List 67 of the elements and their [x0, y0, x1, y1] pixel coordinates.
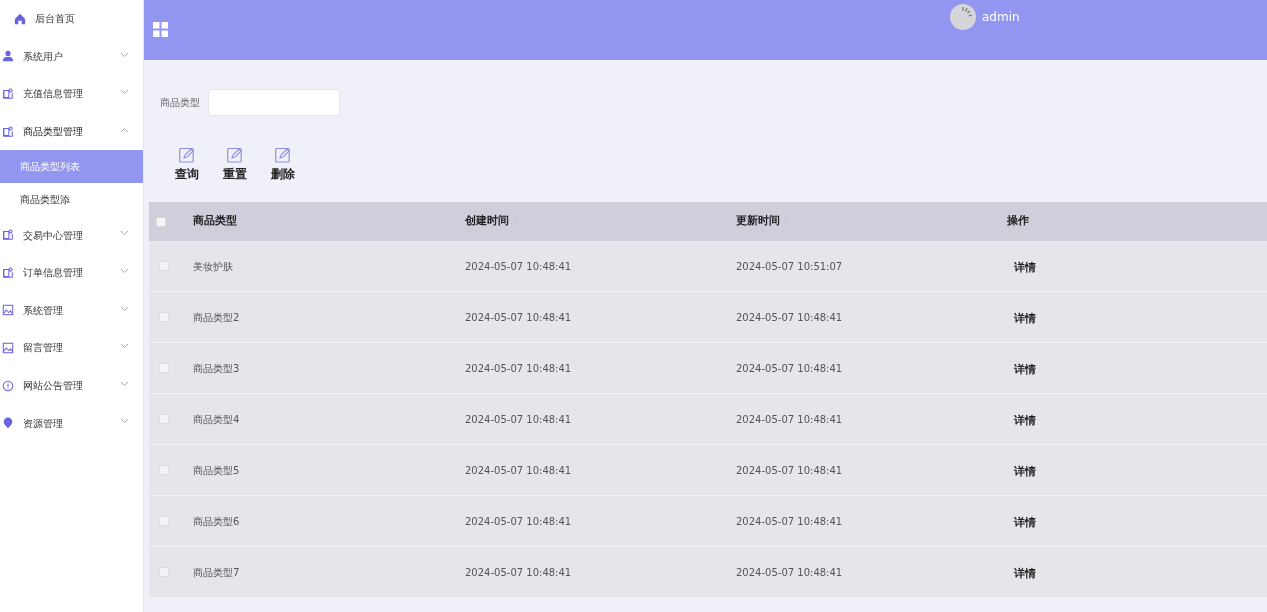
details-link[interactable]: 详情	[1014, 413, 1036, 430]
avatar-icon[interactable]	[950, 4, 976, 30]
input-field[interactable]	[208, 89, 340, 116]
edit-icon	[275, 147, 291, 163]
sidebar-item[interactable]: 系统用户	[0, 37, 143, 76]
column-header: 商品类型	[193, 213, 237, 230]
details-link[interactable]: 详情	[1014, 515, 1036, 532]
details-link[interactable]: 详情	[1014, 566, 1036, 583]
action-button[interactable]: 重置	[223, 147, 247, 183]
table-cell-text: 商品类型2	[192, 310, 241, 325]
checkbox[interactable]	[159, 414, 169, 424]
sidebar-item[interactable]: 交易中心管理	[0, 216, 143, 254]
image-icon	[2, 304, 14, 317]
table-cell-text: 商品类型4	[192, 412, 241, 427]
table-cell-text: 2024-05-07 10:48:41	[464, 259, 573, 274]
sidebar-item[interactable]: 商品类型管理	[0, 112, 143, 151]
edit-icon	[227, 147, 243, 163]
action-button[interactable]: 查询	[175, 147, 199, 183]
checkbox[interactable]	[159, 465, 169, 475]
user-icon	[2, 50, 14, 63]
table-cell-text: 2024-05-07 10:48:41	[464, 310, 573, 325]
details-link[interactable]: 详情	[1014, 464, 1036, 481]
grid-menu-icon[interactable]	[153, 22, 168, 37]
column-header: 操作	[1007, 213, 1029, 230]
table-cell-text: 2024-05-07 10:48:41	[735, 514, 844, 529]
table-cell-text: 2024-05-07 10:48:41	[735, 463, 844, 478]
table-cell-text: 2024-05-07 10:48:41	[735, 565, 844, 580]
table-cell-text: 商品类型6	[192, 514, 241, 529]
table-cell-text: 2024-05-07 10:48:41	[464, 361, 573, 376]
table-cell-text: 商品类型5	[192, 463, 241, 478]
sidebar-item[interactable]: 后台首页	[0, 0, 143, 38]
table-cell-text: 2024-05-07 10:48:41	[735, 412, 844, 427]
table-cell-text: 2024-05-07 10:48:41	[464, 565, 573, 580]
checkbox[interactable]	[159, 261, 169, 271]
checkbox[interactable]	[156, 216, 166, 227]
sidebar-item[interactable]: 资源管理	[0, 404, 143, 442]
table-cell-text: 商品类型7	[192, 565, 241, 580]
table-cell-text: 2024-05-07 10:48:41	[464, 463, 573, 478]
table-cell-text: 2024-05-07 10:48:41	[735, 310, 844, 325]
checkbox[interactable]	[159, 312, 169, 322]
info-icon	[2, 379, 14, 392]
field-label: 商品类型	[160, 96, 200, 110]
table-cell-text: 2024-05-07 10:48:41	[464, 412, 573, 427]
pin-icon	[2, 417, 14, 430]
table-cell-text: 2024-05-07 10:51:07	[735, 259, 844, 274]
column-header[interactable]: 更新时间	[736, 213, 780, 230]
details-link[interactable]: 详情	[1014, 362, 1036, 379]
table-cell-text: 美妆护肤	[192, 259, 234, 274]
table-cell-text: 2024-05-07 10:48:41	[464, 514, 573, 529]
sidebar-item[interactable]: 系统管理	[0, 291, 143, 330]
sidebar-item[interactable]: 充值信息管理	[0, 75, 143, 113]
sidebar-item[interactable]: 订单信息管理	[0, 253, 143, 292]
edit-icon	[179, 147, 195, 163]
column-header[interactable]: 创建时间	[465, 213, 509, 230]
sidebar-item[interactable]: 网站公告管理	[0, 366, 143, 405]
sidebar-item[interactable]: 留言管理	[0, 329, 143, 367]
home-icon	[14, 12, 26, 25]
table-cell-text: 2024-05-07 10:48:41	[735, 361, 844, 376]
submenu-item[interactable]: 商品类型添	[0, 183, 143, 217]
table-cell-text: 商品类型3	[192, 361, 241, 376]
details-link[interactable]: 详情	[1014, 311, 1036, 328]
action-button[interactable]: 删除	[271, 147, 295, 183]
checkbox[interactable]	[159, 516, 169, 526]
image-icon	[2, 341, 14, 354]
checkbox[interactable]	[159, 363, 169, 373]
details-link[interactable]: 详情	[1014, 260, 1036, 277]
checkbox[interactable]	[159, 567, 169, 577]
